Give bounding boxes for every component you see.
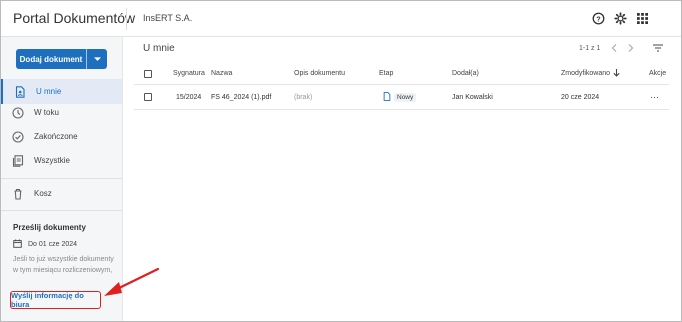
main-content: U mnie 1-1 z 1 Sygnatura Nazwa Opis doku… bbox=[123, 37, 681, 321]
column-header-stage[interactable]: Etap bbox=[379, 63, 393, 84]
sidebar: Dodaj dokument U mnie W toku Zakończone bbox=[1, 37, 123, 321]
row-stage-label: Nowy bbox=[394, 92, 417, 102]
sidebar-item-wszystkie[interactable]: Wszystkie bbox=[1, 148, 122, 173]
sidebar-item-zakonczone[interactable]: Zakończone bbox=[1, 124, 122, 149]
clock-icon bbox=[12, 106, 24, 119]
chevron-down-icon[interactable] bbox=[87, 49, 107, 69]
calendar-icon bbox=[13, 239, 22, 250]
app-window: Portal Dokumentów InsERT S.A. ? Dodaj do… bbox=[0, 0, 682, 322]
svg-text:?: ? bbox=[596, 14, 601, 23]
apps-grid-icon[interactable] bbox=[635, 11, 649, 25]
row-actions-menu-icon[interactable]: ⋯ bbox=[650, 85, 660, 109]
row-signature: 15/2024 bbox=[176, 93, 202, 101]
row-added-by: Jan Kowalski bbox=[452, 93, 493, 101]
documents-table: Sygnatura Nazwa Opis dokumentu Etap Doda… bbox=[134, 63, 669, 110]
column-header-added-by[interactable]: Dodał(a) bbox=[452, 63, 479, 84]
sidebar-item-w-toku[interactable]: W toku bbox=[1, 100, 122, 125]
deadline-row: Do 01 cze 2024 bbox=[13, 239, 77, 250]
sidebar-divider bbox=[1, 178, 122, 179]
send-info-text: Jeśli to już wszystkie dokumenty w tym m… bbox=[13, 256, 114, 274]
page-title: U mnie bbox=[143, 43, 175, 54]
sidebar-item-kosz[interactable]: Kosz bbox=[1, 181, 122, 206]
column-header-modified[interactable]: Zmodyfikowano bbox=[561, 63, 620, 84]
sidebar-item-label: Zakończone bbox=[34, 132, 78, 141]
sidebar-item-label: U mnie bbox=[36, 87, 62, 96]
column-header-modified-label: Zmodyfikowano bbox=[561, 70, 611, 77]
chevron-right-icon[interactable] bbox=[626, 43, 636, 53]
row-description: (brak) bbox=[294, 93, 313, 101]
add-document-label: Dodaj dokument bbox=[19, 54, 83, 64]
table-row[interactable]: 15/2024 FS 46_2024 (1).pdf (brak) Nowy J… bbox=[134, 85, 669, 110]
table-header: Sygnatura Nazwa Opis dokumentu Etap Doda… bbox=[134, 63, 669, 85]
sidebar-divider bbox=[1, 210, 122, 211]
button-split-divider bbox=[86, 49, 87, 69]
document-icon bbox=[383, 91, 391, 103]
deadline-date: Do 01 cze 2024 bbox=[28, 241, 78, 248]
column-header-description[interactable]: Opis dokumentu bbox=[294, 63, 345, 84]
send-documents-title: Prześlij dokumenty bbox=[13, 223, 86, 232]
help-icon[interactable]: ? bbox=[591, 11, 605, 25]
check-circle-icon bbox=[12, 130, 24, 143]
add-document-button[interactable]: Dodaj dokument bbox=[16, 49, 107, 69]
column-header-signature[interactable]: Sygnatura bbox=[173, 63, 205, 84]
column-header-actions: Akcje bbox=[649, 70, 667, 77]
sidebar-item-label: W toku bbox=[34, 108, 59, 117]
send-info-to-office-link[interactable]: Wyślij informację do biura bbox=[10, 291, 101, 309]
trash-icon bbox=[12, 187, 24, 200]
pager-text: 1-1 z 1 bbox=[579, 45, 601, 52]
sidebar-item-label: Wszystkie bbox=[34, 156, 70, 165]
row-stage-badge: Nowy bbox=[383, 85, 417, 109]
sidebar-item-label: Kosz bbox=[34, 189, 52, 198]
sort-down-arrow-icon bbox=[613, 68, 620, 79]
row-checkbox[interactable] bbox=[144, 85, 152, 109]
gear-icon[interactable] bbox=[613, 11, 627, 25]
row-modified: 20 cze 2024 bbox=[561, 93, 600, 101]
header-divider bbox=[126, 8, 127, 30]
row-name[interactable]: FS 46_2024 (1).pdf bbox=[211, 85, 271, 109]
documents-icon bbox=[12, 154, 24, 167]
column-header-name[interactable]: Nazwa bbox=[211, 63, 232, 84]
top-bar: Portal Dokumentów InsERT S.A. ? bbox=[1, 1, 681, 37]
filter-icon[interactable] bbox=[653, 43, 663, 53]
chevron-left-icon[interactable] bbox=[609, 43, 619, 53]
document-user-icon bbox=[14, 85, 26, 98]
company-name: InsERT S.A. bbox=[143, 13, 193, 23]
app-title: Portal Dokumentów bbox=[13, 10, 136, 26]
select-all-checkbox[interactable] bbox=[144, 63, 152, 84]
